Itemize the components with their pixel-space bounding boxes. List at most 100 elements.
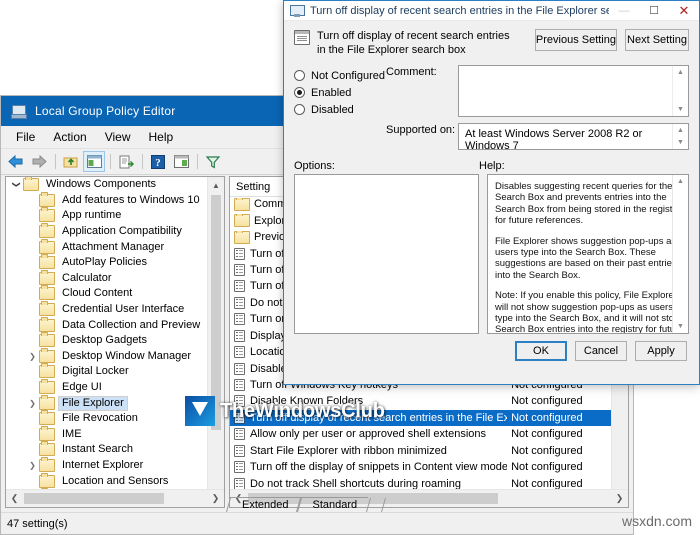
dialog-title-bar: Turn off display of recent search entrie… <box>284 1 699 21</box>
svg-text:?: ? <box>155 157 161 169</box>
policy-setting-icon <box>234 379 245 392</box>
tree-twisty-placeholder <box>26 412 39 425</box>
table-row[interactable]: Turn off display of recent search entrie… <box>230 409 612 427</box>
policy-setting-icon <box>234 296 245 309</box>
table-row[interactable]: Turn off the display of snippets in Cont… <box>230 459 612 475</box>
tree-vertical-scrollbar[interactable]: ▲ ▼ <box>207 177 224 507</box>
setting-name-label: Turn off the display of snippets in Cont… <box>250 461 508 474</box>
properties-icon[interactable] <box>170 151 192 172</box>
close-icon[interactable]: ✕ <box>669 1 699 20</box>
cancel-button[interactable]: Cancel <box>575 341 627 361</box>
export-list-icon[interactable] <box>115 151 137 172</box>
tree-item-app-runtime[interactable]: App runtime <box>6 207 208 224</box>
help-pane[interactable]: Disables suggesting recent queries for t… <box>487 174 689 334</box>
table-row[interactable]: Start File Explorer with ribbon minimize… <box>230 443 612 459</box>
supported-on-textbox[interactable]: At least Windows Server 2008 R2 or Windo… <box>458 123 689 152</box>
tree-twisty-placeholder <box>26 365 39 378</box>
toolbar-separator-1 <box>55 154 56 169</box>
radio-disabled-indicator[interactable] <box>294 104 305 115</box>
radio-enabled[interactable]: Enabled <box>294 84 386 101</box>
folder-icon <box>39 332 55 348</box>
tree-item-autoplay-policies[interactable]: AutoPlay Policies <box>6 254 208 271</box>
maximize-icon[interactable]: ☐ <box>639 1 669 20</box>
up-folder-icon[interactable] <box>60 151 82 172</box>
policy-tree-pane[interactable]: Windows Components Add features to Window… <box>5 176 225 508</box>
tree-hscroll-thumb[interactable] <box>24 493 164 504</box>
radio-not-configured[interactable]: Not Configured <box>294 67 386 84</box>
tree-item-internet-explorer[interactable]: Internet Explorer <box>6 456 208 474</box>
supported-on-label: Supported on: <box>386 124 456 136</box>
menu-file[interactable]: File <box>7 128 44 146</box>
help-scroll-down-icon[interactable]: ▼ <box>673 320 688 333</box>
menu-action[interactable]: Action <box>44 128 95 146</box>
tree-item-digital-locker[interactable]: Digital Locker <box>6 363 208 380</box>
radio-enabled-indicator[interactable] <box>294 87 305 98</box>
tree-scroll-left-icon[interactable]: ❮ <box>6 490 23 506</box>
comment-scrollbar[interactable]: ▲ ▼ <box>672 66 688 116</box>
radio-disabled[interactable]: Disabled <box>294 101 386 118</box>
apply-button[interactable]: Apply <box>635 341 687 361</box>
tree-item-cloud-content[interactable]: Cloud Content <box>6 285 208 302</box>
show-hide-tree-icon[interactable] <box>83 151 105 172</box>
help-paragraph-1: Disables suggesting recent queries for t… <box>495 181 681 227</box>
tree-item-desktop-gadgets[interactable]: Desktop Gadgets <box>6 332 208 349</box>
tree-item-add-features-to-windows-10[interactable]: Add features to Windows 10 <box>6 191 208 209</box>
tree-item-data-collection-and-preview[interactable]: Data Collection and Preview <box>6 316 208 333</box>
radio-disabled-label: Disabled <box>311 103 354 116</box>
minimize-icon[interactable]: — <box>609 1 639 20</box>
tree-item-windows-components[interactable]: Windows Components <box>6 177 208 193</box>
tree-scroll-up-icon[interactable]: ▲ <box>208 177 224 193</box>
menu-view[interactable]: View <box>96 128 140 146</box>
folder-icon <box>39 472 55 488</box>
tab-extended[interactable]: Extended <box>229 497 300 512</box>
setting-state-cell: Not configured <box>511 428 583 441</box>
previous-setting-button[interactable]: Previous Setting <box>534 29 617 51</box>
comment-scroll-down-icon[interactable]: ▼ <box>673 103 688 116</box>
chevron-right-icon[interactable] <box>26 397 39 410</box>
table-row[interactable]: Allow only per user or approved shell ex… <box>230 426 612 442</box>
comment-textarea[interactable]: ▲ ▼ <box>458 65 689 117</box>
forward-arrow-icon[interactable] <box>28 151 50 172</box>
options-pane[interactable] <box>294 174 479 334</box>
next-setting-button[interactable]: Next Setting <box>625 29 689 51</box>
filter-icon[interactable] <box>202 151 224 172</box>
tree-item-file-revocation[interactable]: File Revocation <box>6 410 208 427</box>
tree-twisty-placeholder <box>26 225 39 238</box>
tree-horizontal-scrollbar[interactable]: ❮ ❯ <box>6 489 224 507</box>
policy-setting-dialog: Turn off display of recent search entrie… <box>283 0 700 385</box>
ok-button[interactable]: OK <box>515 341 567 361</box>
comment-scroll-up-icon[interactable]: ▲ <box>673 66 688 79</box>
back-arrow-icon[interactable] <box>5 151 27 172</box>
setting-name-label: Disable Known Folders <box>250 395 364 408</box>
list-scroll-right-icon[interactable]: ❯ <box>611 490 628 506</box>
tree-item-label: AutoPlay Policies <box>62 256 147 269</box>
radio-not-configured-indicator[interactable] <box>294 70 305 81</box>
chevron-right-icon[interactable] <box>26 459 39 472</box>
tree-item-ime[interactable]: IME <box>6 425 208 443</box>
tree-item-instant-search[interactable]: Instant Search <box>6 441 208 458</box>
tree-item-attachment-manager[interactable]: Attachment Manager <box>6 238 208 255</box>
tree-item-location-and-sensors[interactable]: Location and Sensors <box>6 472 208 489</box>
tree-item-file-explorer[interactable]: File Explorer <box>6 394 208 411</box>
help-scroll-up-icon[interactable]: ▲ <box>673 175 688 188</box>
supported-on-scroll-down-icon[interactable]: ▼ <box>673 136 688 149</box>
policy-setting-icon <box>294 30 310 45</box>
supported-on-scrollbar[interactable]: ▲ ▼ <box>672 124 688 149</box>
chevron-right-icon[interactable] <box>26 350 39 363</box>
tab-standard[interactable]: Standard <box>299 497 369 512</box>
menu-help[interactable]: Help <box>140 128 183 146</box>
tree-item-application-compatibility[interactable]: Application Compatibility <box>6 223 208 240</box>
tree-item-edge-ui[interactable]: Edge UI <box>6 379 208 396</box>
table-row[interactable]: Do not track Shell shortcuts during roam… <box>230 475 612 490</box>
table-row[interactable]: Disable Known Folders Not configured <box>230 393 612 409</box>
tree-item-desktop-window-manager[interactable]: Desktop Window Manager <box>6 347 208 365</box>
tree-scroll-thumb[interactable] <box>211 195 221 430</box>
tree-item-calculator[interactable]: Calculator <box>6 269 208 287</box>
tree-scroll-right-icon[interactable]: ❯ <box>207 490 224 506</box>
help-scrollbar[interactable]: ▲ ▼ <box>672 175 688 333</box>
options-label: Options: <box>294 160 335 172</box>
chevron-down-icon[interactable] <box>10 178 23 191</box>
help-icon[interactable]: ? <box>147 151 169 172</box>
dialog-title-group: Turn off display of recent search entrie… <box>284 4 609 17</box>
tree-item-credential-user-interface[interactable]: Credential User Interface <box>6 301 208 318</box>
